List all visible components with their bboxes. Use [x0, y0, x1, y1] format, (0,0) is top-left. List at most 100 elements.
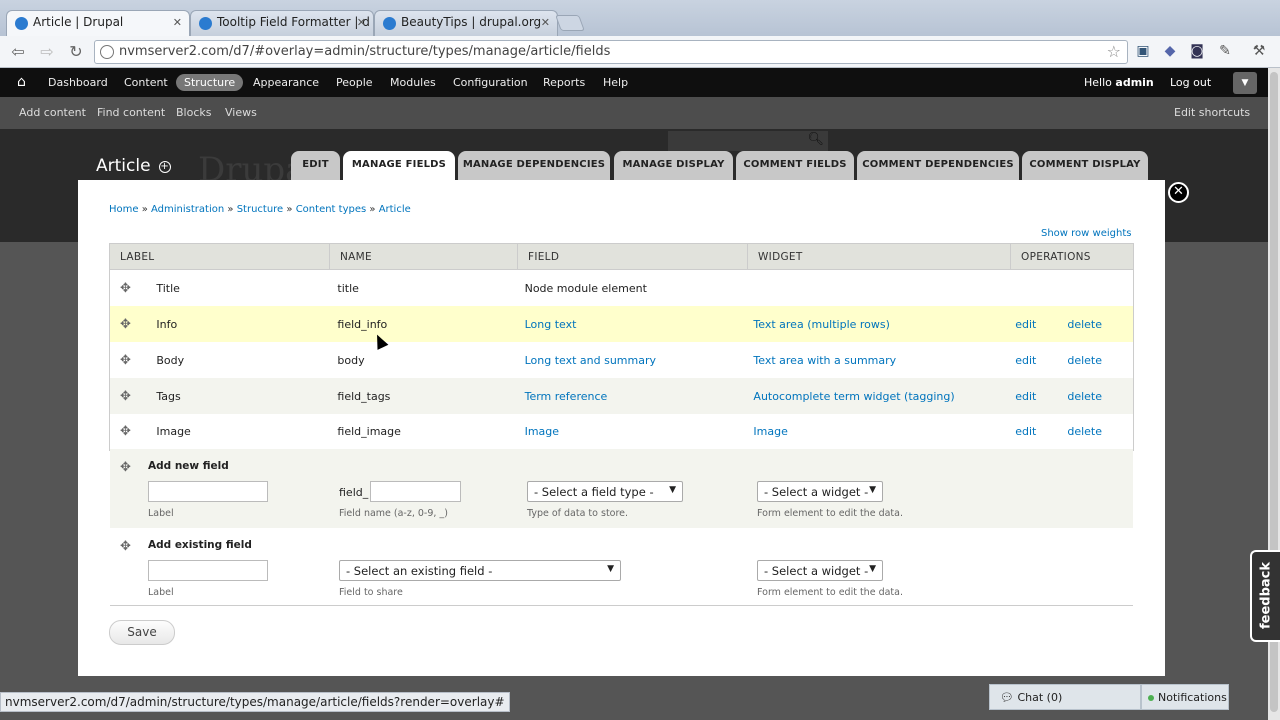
- status-bar-url: nvmserver2.com/d7/admin/structure/types/…: [0, 692, 510, 712]
- delete-link[interactable]: delete: [1067, 354, 1102, 367]
- chat-button[interactable]: 💬︎ Chat (0): [989, 684, 1141, 710]
- reload-icon[interactable]: ↻: [66, 42, 86, 62]
- shortcut-bar: Add content Find content Blocks Views Ed…: [0, 97, 1268, 129]
- shortcut-add-content[interactable]: Add content: [19, 106, 86, 119]
- breadcrumb-home[interactable]: Home: [109, 204, 139, 215]
- close-tab-icon[interactable]: ✕: [541, 16, 550, 29]
- menu-reports[interactable]: Reports: [543, 76, 585, 89]
- close-overlay-icon[interactable]: ✕: [1168, 182, 1189, 203]
- field-type-link[interactable]: Image: [525, 425, 559, 438]
- back-arrow-icon[interactable]: ⇦: [8, 42, 28, 62]
- delete-link[interactable]: delete: [1067, 390, 1102, 403]
- chevron-down-icon: ▼: [869, 485, 876, 495]
- shortcut-blocks[interactable]: Blocks: [176, 106, 211, 119]
- table-row: ✥ Image field_image Image Image edit dele…: [110, 414, 1134, 450]
- browser-tab-article[interactable]: Article | Drupal ✕: [6, 10, 190, 37]
- close-tab-icon[interactable]: ✕: [173, 16, 182, 29]
- extension-icon[interactable]: ◆: [1161, 42, 1179, 60]
- breadcrumb-content-types[interactable]: Content types: [296, 204, 367, 215]
- field-type-link[interactable]: Long text and summary: [525, 354, 656, 367]
- field-widget-link[interactable]: Text area with a summary: [753, 354, 896, 367]
- show-row-weights-link[interactable]: Show row weights: [1041, 228, 1131, 239]
- new-field-widget-select[interactable]: - Select a widget - ▼: [757, 481, 883, 502]
- breadcrumb-article[interactable]: Article: [379, 204, 411, 215]
- edit-link[interactable]: edit: [1015, 318, 1036, 331]
- edit-link[interactable]: edit: [1015, 390, 1036, 403]
- greeting: Hello admin: [1084, 76, 1154, 89]
- field-type-link[interactable]: Long text: [525, 318, 577, 331]
- column-header-name: NAME: [329, 243, 518, 270]
- menu-appearance[interactable]: Appearance: [253, 76, 319, 89]
- field-widget-link[interactable]: Autocomplete term widget (tagging): [753, 390, 954, 403]
- field-type-select[interactable]: - Select a field type - ▼: [527, 481, 683, 502]
- shortcut-find-content[interactable]: Find content: [97, 106, 165, 119]
- browser-tab-tooltip[interactable]: Tooltip Field Formatter | d ✕: [190, 10, 374, 36]
- menu-dashboard[interactable]: Dashboard: [48, 76, 108, 89]
- shortcuts-toggle-icon[interactable]: ▼: [1233, 72, 1257, 94]
- forward-arrow-icon[interactable]: ⇨: [37, 42, 57, 62]
- extension-icon[interactable]: ▣: [1134, 42, 1152, 60]
- menu-people[interactable]: People: [336, 76, 373, 89]
- existing-field-label-input[interactable]: [148, 560, 268, 581]
- existing-widget-select[interactable]: - Select a widget - ▼: [757, 560, 883, 581]
- field-widget-link[interactable]: Image: [753, 425, 787, 438]
- logout-link[interactable]: Log out: [1170, 76, 1211, 89]
- add-existing-field-title: Add existing field: [148, 539, 252, 551]
- eyedropper-icon[interactable]: ✎: [1216, 42, 1234, 60]
- drag-handle-icon[interactable]: ✥: [109, 306, 148, 342]
- username[interactable]: admin: [1115, 76, 1153, 89]
- drag-handle-icon[interactable]: ✥: [110, 414, 148, 450]
- save-button[interactable]: Save: [109, 620, 175, 645]
- add-shortcut-icon[interactable]: +: [158, 161, 171, 173]
- wrench-icon[interactable]: ⚒: [1250, 42, 1268, 60]
- drupal-favicon-icon: [383, 17, 396, 30]
- field-widget-link[interactable]: Text area (multiple rows): [753, 318, 890, 331]
- drag-handle-icon[interactable]: ✥: [110, 270, 148, 306]
- tab-manage-fields[interactable]: MANAGE FIELDS: [343, 151, 455, 181]
- browser-tab-beautytips[interactable]: BeautyTips | drupal.org ✕: [374, 10, 558, 36]
- breadcrumb: Home » Administration » Structure » Cont…: [109, 204, 411, 215]
- delete-link[interactable]: delete: [1067, 425, 1102, 438]
- bookmark-star-icon[interactable]: ☆: [1107, 42, 1121, 61]
- table-row: ✥ Tags field_tags Term reference Autocom…: [109, 378, 1134, 414]
- drag-handle-icon[interactable]: ✥: [109, 378, 148, 414]
- edit-link[interactable]: edit: [1015, 425, 1036, 438]
- column-header-widget: WIDGET: [747, 243, 1011, 270]
- address-bar[interactable]: nvmserver2.com/d7/#overlay=admin/structu…: [94, 40, 1128, 64]
- new-field-widget-hint: Form element to edit the data.: [757, 508, 903, 519]
- field-machine-name: body: [337, 353, 365, 367]
- menu-configuration[interactable]: Configuration: [453, 76, 528, 89]
- menu-structure[interactable]: Structure: [176, 74, 244, 91]
- existing-widget-hint: Form element to edit the data.: [757, 587, 903, 598]
- new-tab-button[interactable]: [555, 15, 585, 31]
- drag-handle-icon[interactable]: ✥: [120, 460, 131, 475]
- home-icon[interactable]: ⌂: [17, 74, 26, 90]
- tab-comment-dependencies[interactable]: COMMENT DEPENDENCIES: [857, 151, 1019, 180]
- field-widget: [744, 270, 1006, 306]
- edit-link[interactable]: edit: [1015, 354, 1036, 367]
- drag-handle-icon[interactable]: ✥: [120, 539, 131, 554]
- shortcut-views[interactable]: Views: [225, 106, 257, 119]
- tab-manage-dependencies[interactable]: MANAGE DEPENDENCIES: [458, 151, 610, 180]
- tab-comment-fields[interactable]: COMMENT FIELDS: [736, 151, 854, 180]
- breadcrumb-structure[interactable]: Structure: [237, 204, 284, 215]
- tab-comment-display[interactable]: COMMENT DISPLAY: [1022, 151, 1148, 180]
- delete-link[interactable]: delete: [1067, 318, 1102, 331]
- new-field-label-input[interactable]: [148, 481, 268, 502]
- feedback-tab[interactable]: feedback: [1250, 550, 1280, 642]
- close-tab-icon[interactable]: ✕: [357, 16, 366, 29]
- drag-handle-icon[interactable]: ✥: [110, 342, 148, 378]
- notifications-button[interactable]: Notifications: [1141, 684, 1229, 710]
- menu-modules[interactable]: Modules: [390, 76, 436, 89]
- edit-shortcuts-link[interactable]: Edit shortcuts: [1174, 106, 1250, 119]
- field-type-link[interactable]: Term reference: [525, 390, 608, 403]
- new-field-name-hint: Field name (a-z, 0-9, _): [339, 508, 448, 519]
- breadcrumb-administration[interactable]: Administration: [151, 204, 224, 215]
- menu-help[interactable]: Help: [603, 76, 628, 89]
- existing-field-select[interactable]: - Select an existing field - ▼: [339, 560, 621, 581]
- menu-content[interactable]: Content: [124, 76, 168, 89]
- tab-edit[interactable]: EDIT: [291, 151, 340, 180]
- new-field-name-input[interactable]: [370, 481, 461, 502]
- tab-manage-display[interactable]: MANAGE DISPLAY: [614, 151, 733, 180]
- camera-icon[interactable]: ◙: [1188, 42, 1206, 60]
